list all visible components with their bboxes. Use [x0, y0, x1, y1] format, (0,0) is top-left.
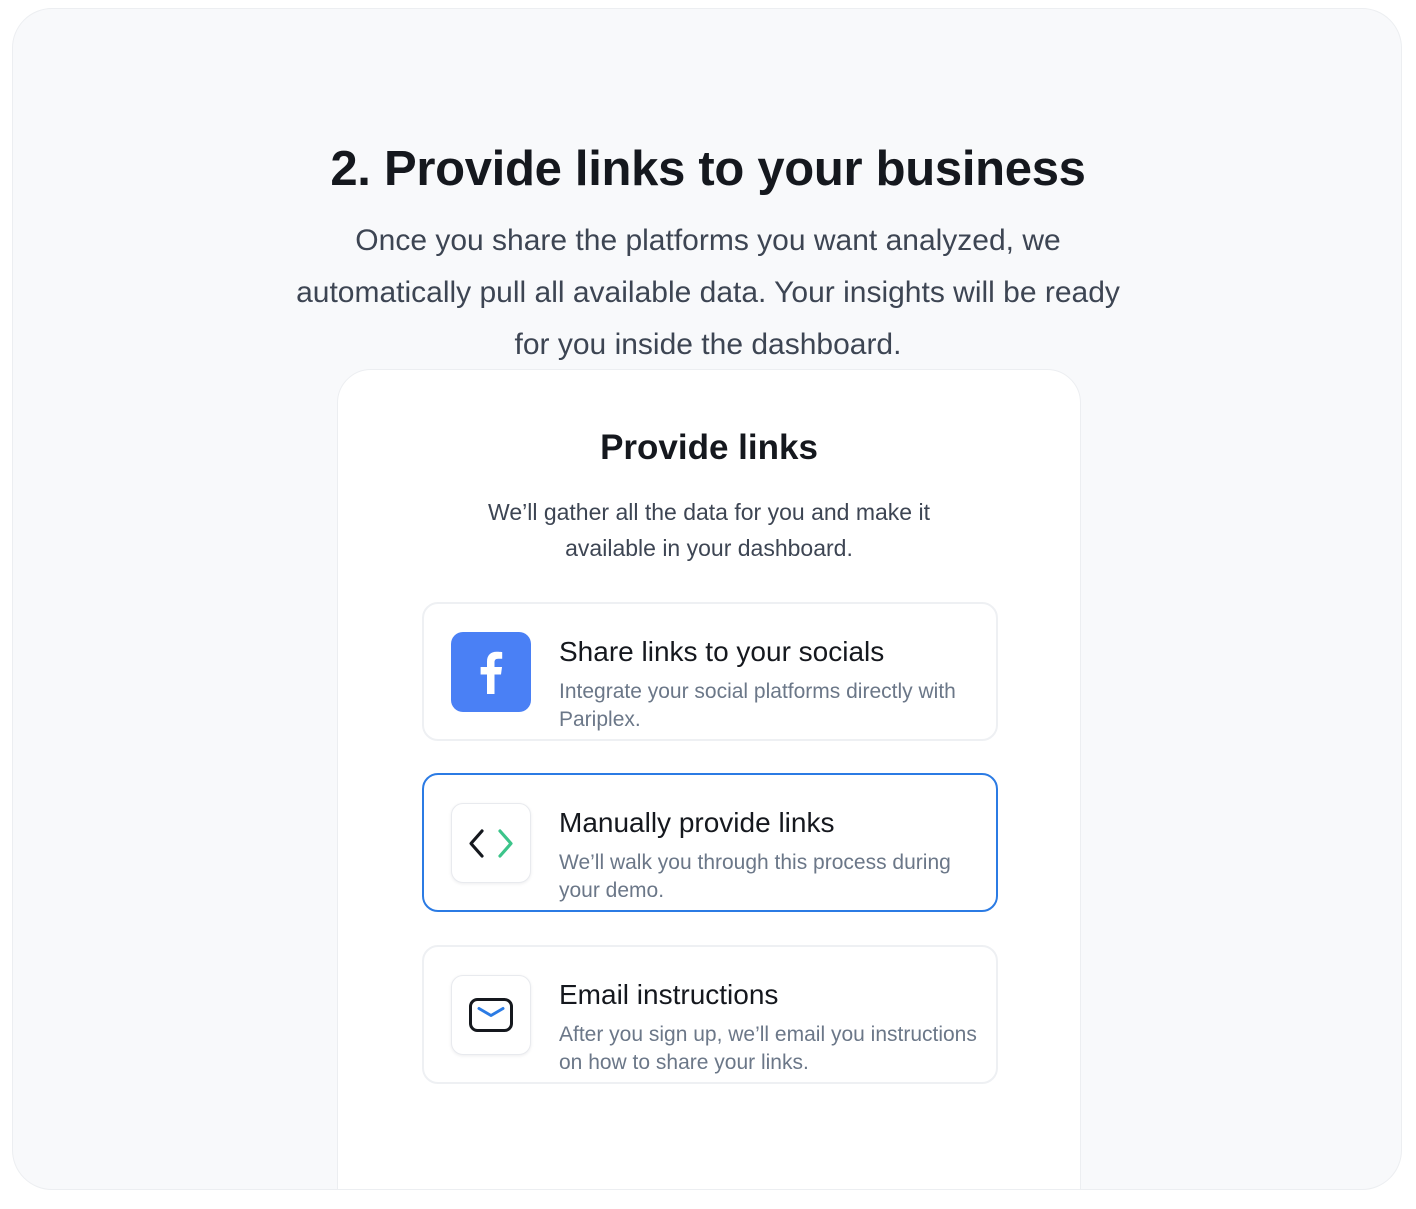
section-container: 2. Provide links to your business Once y… — [12, 8, 1402, 1190]
section-heading: 2. Provide links to your business — [330, 142, 1086, 196]
option-manual-links[interactable]: Manually provide links We’ll walk you th… — [422, 773, 998, 912]
mail-icon — [451, 975, 531, 1055]
section-lead: Once you share the platforms you want an… — [296, 224, 1120, 361]
code-brackets-icon — [451, 803, 531, 883]
option-description: Integrate your social platforms directly… — [559, 680, 956, 731]
option-title: Email instructions — [559, 979, 779, 1010]
option-email-instructions[interactable]: Email instructions After you sign up, we… — [422, 945, 998, 1084]
option-title: Share links to your socials — [559, 636, 885, 667]
card-title: Provide links — [600, 428, 818, 467]
option-title: Manually provide links — [559, 807, 835, 838]
card-subtitle: We’ll gather all the data for you and ma… — [488, 499, 930, 561]
facebook-icon — [451, 632, 531, 712]
option-description: After you sign up, we’ll email you instr… — [559, 1023, 977, 1074]
option-description: We’ll walk you through this process duri… — [559, 851, 951, 902]
option-share-socials[interactable]: Share links to your socials Integrate yo… — [422, 602, 998, 741]
provide-links-card: Provide links We’ll gather all the data … — [337, 369, 1081, 1189]
